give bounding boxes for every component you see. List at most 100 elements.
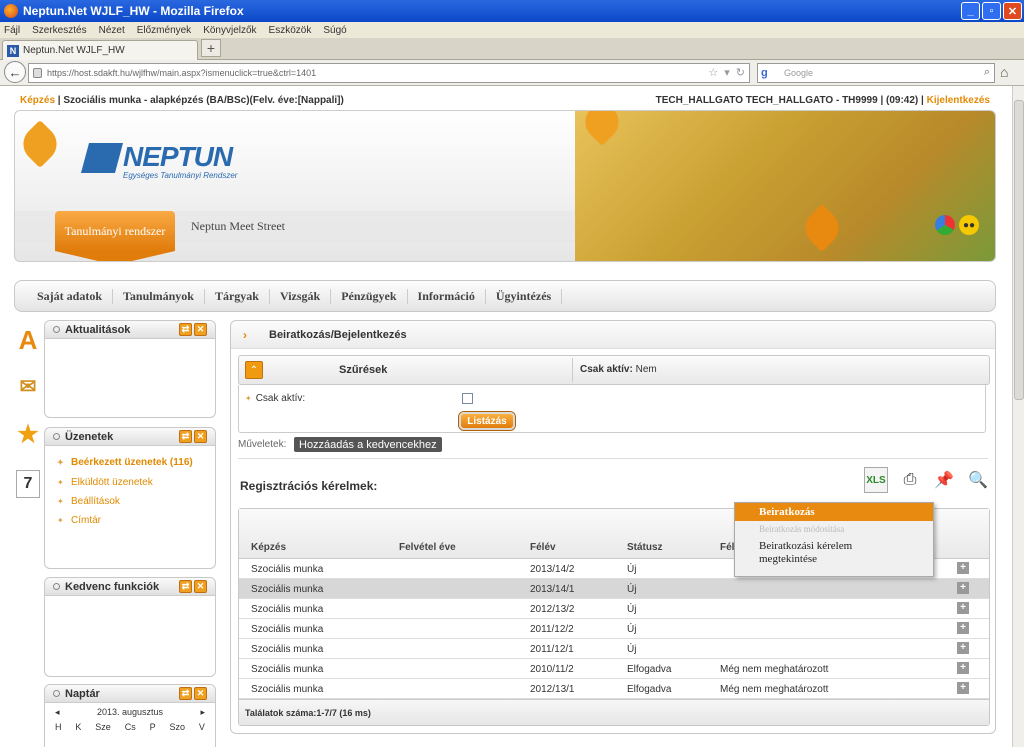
weekday: Szo xyxy=(169,722,186,732)
swap-icon[interactable]: ⇄ xyxy=(179,323,192,336)
result-count: Találatok száma:1-7/7 (16 ms) xyxy=(239,699,989,725)
nav-finances[interactable]: Pénzügyek xyxy=(331,288,408,304)
search-icon[interactable]: ⌕ xyxy=(984,66,990,79)
nav-subjects[interactable]: Tárgyak xyxy=(205,288,270,304)
add-to-favorites-button[interactable]: Hozzáadás a kedvencekhez xyxy=(294,437,442,452)
list-button[interactable]: Listázás xyxy=(459,412,515,430)
expand-row-button[interactable]: + xyxy=(957,622,969,634)
window-titlebar: Neptun.Net WJLF_HW - Mozilla Firefox _ ▫… xyxy=(0,0,1024,22)
back-button[interactable]: ← xyxy=(4,61,26,83)
weekday: P xyxy=(149,722,156,732)
collapse-button[interactable]: ⌃ xyxy=(245,361,263,379)
operations-label: Műveletek: xyxy=(238,439,287,450)
table-row[interactable]: Szociális munka 2012/13/2 Új + xyxy=(239,599,989,619)
cell-status: Elfogadva xyxy=(627,664,672,675)
pin-icon[interactable]: 📌 xyxy=(932,467,956,493)
reload-icon[interactable]: ↻ xyxy=(736,66,745,79)
tab-bar: N Neptun.Net WJLF_HW + xyxy=(0,38,1024,60)
inbox-link[interactable]: Beérkezett üzenetek (116) xyxy=(57,454,203,473)
excel-export-icon[interactable]: XLS xyxy=(864,467,888,493)
menu-history[interactable]: Előzmények xyxy=(137,25,191,36)
swap-icon[interactable]: ⇄ xyxy=(179,430,192,443)
logout-link[interactable]: Kijelentkezés xyxy=(927,95,990,106)
cell-semester: 2013/14/1 xyxy=(530,584,575,595)
table-row-selected[interactable]: Szociális munka 2013/14/1 Új + xyxy=(239,579,989,599)
maximize-button[interactable]: ▫ xyxy=(982,2,1001,20)
close-button[interactable]: ✕ xyxy=(1003,2,1022,20)
table-row[interactable]: Szociális munka 2010/11/2 Elfogadva Még … xyxy=(239,659,989,679)
tab-study-system[interactable]: Tanulmányi rendszer xyxy=(55,211,175,251)
cell-semester: 2011/12/1 xyxy=(530,644,574,655)
cell-status: Új xyxy=(627,584,637,595)
close-icon[interactable]: ✕ xyxy=(194,580,207,593)
home-icon[interactable]: ⌂ xyxy=(1000,64,1008,80)
close-icon[interactable]: ✕ xyxy=(194,687,207,700)
menu-edit[interactable]: Szerkesztés xyxy=(32,25,86,36)
menu-file[interactable]: Fájl xyxy=(4,25,20,36)
col-header[interactable]: Felvétel éve xyxy=(399,542,456,553)
expand-row-button[interactable]: + xyxy=(957,682,969,694)
star-icon[interactable]: ☆ xyxy=(708,66,718,79)
new-tab-button[interactable]: + xyxy=(201,39,221,57)
filter-header: ⌃ Szűrések Csak aktív: Nem xyxy=(238,355,990,385)
nav-exams[interactable]: Vizsgák xyxy=(270,288,332,304)
nav-own-data[interactable]: Saját adatok xyxy=(27,288,114,304)
close-icon[interactable]: ✕ xyxy=(194,323,207,336)
sent-link[interactable]: Elküldött üzenetek xyxy=(57,473,203,492)
expand-row-button[interactable]: + xyxy=(957,582,969,594)
scrollbar[interactable] xyxy=(1012,86,1024,747)
expand-row-button[interactable]: + xyxy=(957,662,969,674)
cell-status: Új xyxy=(627,604,637,615)
table-row[interactable]: Szociális munka 2012/13/1 Elfogadva Még … xyxy=(239,679,989,699)
menu-bar: Fájl Szerkesztés Nézet Előzmények Könyvj… xyxy=(0,22,1024,38)
prev-month-icon[interactable]: ◂ xyxy=(55,707,60,718)
table-row[interactable]: Szociális munka 2011/12/1 Új + xyxy=(239,639,989,659)
menu-bookmarks[interactable]: Könyvjelzők xyxy=(203,25,256,36)
calendar-icon[interactable]: 7 xyxy=(16,470,40,498)
menu-item-view-request[interactable]: Beiratkozási kérelem megtekintése xyxy=(735,537,933,569)
next-month-icon[interactable]: ▸ xyxy=(200,707,205,718)
swap-icon[interactable]: ⇄ xyxy=(179,687,192,700)
dropdown-icon[interactable]: ▾ xyxy=(724,66,730,79)
col-header[interactable]: Fél xyxy=(720,542,734,553)
close-icon[interactable]: ✕ xyxy=(194,430,207,443)
menu-item-enroll[interactable]: Beiratkozás xyxy=(735,503,933,521)
arrow-icon: › xyxy=(243,328,247,342)
weekday: K xyxy=(75,722,82,732)
col-header[interactable]: Státusz xyxy=(627,542,663,553)
settings-link[interactable]: Beállítások xyxy=(57,492,203,511)
print-icon[interactable]: ⎙ xyxy=(898,467,922,493)
menu-help[interactable]: Súgó xyxy=(323,25,346,36)
active-only-checkbox[interactable] xyxy=(462,393,473,404)
cell-status: Elfogadva xyxy=(627,684,672,695)
accessibility-icon[interactable]: ●● xyxy=(959,215,979,235)
tab-meet-street[interactable]: Neptun Meet Street xyxy=(191,219,285,234)
swap-icon[interactable]: ⇄ xyxy=(179,580,192,593)
cell-training: Szociális munka xyxy=(251,584,324,595)
search-input[interactable]: g Google ⌕ xyxy=(757,63,995,83)
minimize-button[interactable]: _ xyxy=(961,2,980,20)
nav-administration[interactable]: Ügyintézés xyxy=(486,288,563,304)
expand-row-button[interactable]: + xyxy=(957,602,969,614)
col-header[interactable]: Félév xyxy=(530,542,556,553)
directory-link[interactable]: Címtár xyxy=(57,511,203,530)
browser-tab[interactable]: N Neptun.Net WJLF_HW xyxy=(2,40,198,60)
star-icon[interactable]: ★ xyxy=(16,420,40,448)
weekday: Sze xyxy=(95,722,111,732)
menu-view[interactable]: Nézet xyxy=(99,25,125,36)
news-icon[interactable]: A xyxy=(16,325,40,355)
table-row[interactable]: Szociális munka 2011/12/2 Új + xyxy=(239,619,989,639)
scrollbar-thumb[interactable] xyxy=(1014,100,1024,400)
nav-information[interactable]: Információ xyxy=(408,288,486,304)
envelope-icon[interactable]: ✉ xyxy=(16,372,40,400)
search-icon[interactable]: 🔍 xyxy=(966,467,990,493)
language-icon[interactable] xyxy=(935,215,955,235)
expand-row-button[interactable]: + xyxy=(957,562,969,574)
expand-row-button[interactable]: + xyxy=(957,642,969,654)
training-label[interactable]: Képzés xyxy=(20,95,55,106)
menu-tools[interactable]: Eszközök xyxy=(269,25,312,36)
col-header[interactable]: Képzés xyxy=(251,542,286,553)
url-bar[interactable]: https://host.sdakft.hu/wjlfhw/main.aspx?… xyxy=(28,63,750,83)
nav-studies[interactable]: Tanulmányok xyxy=(113,288,205,304)
tab-label: Neptun.Net WJLF_HW xyxy=(23,45,125,56)
